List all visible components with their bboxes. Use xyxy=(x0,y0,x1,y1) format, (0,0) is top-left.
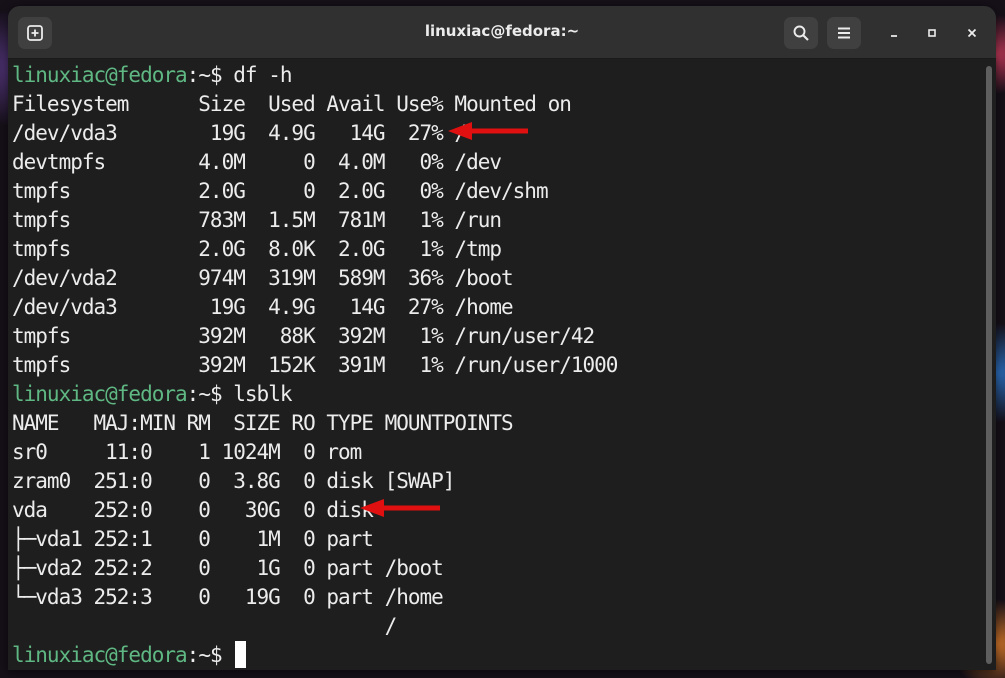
df-row: tmpfs 392M 88K 392M 1% /run/user/42 xyxy=(12,324,595,348)
prompt-separator: : xyxy=(186,643,200,667)
maximize-button[interactable] xyxy=(920,21,944,45)
df-row: /dev/vda3 19G 4.9G 14G 27% /home xyxy=(12,295,514,319)
prompt-separator: : xyxy=(186,63,200,87)
lsblk-header: NAME MAJ:MIN RM SIZE RO TYPE MOUNTPOINTS xyxy=(12,411,514,435)
menu-button[interactable] xyxy=(827,17,861,49)
arrow-left-icon xyxy=(448,122,528,140)
prompt-path: ~ xyxy=(198,63,211,87)
prompt-path: ~ xyxy=(198,382,211,406)
prompt-separator: : xyxy=(186,382,200,406)
close-icon xyxy=(967,28,977,38)
prompt-symbol: $ xyxy=(209,643,234,667)
prompt-user-host: linuxiac@fedora xyxy=(12,63,188,87)
search-button[interactable] xyxy=(784,17,818,49)
arrow-left-icon xyxy=(360,499,440,517)
prompt-line: linuxiac@fedora:~$ df -h xyxy=(12,61,980,90)
active-prompt-line[interactable]: linuxiac@fedora:~$ xyxy=(12,641,980,670)
minimize-button[interactable] xyxy=(882,21,906,45)
close-button[interactable] xyxy=(960,21,984,45)
df-row: tmpfs 2.0G 0 2.0G 0% /dev/shm xyxy=(12,179,549,203)
lsblk-row: zram0 251:0 0 3.8G 0 disk [SWAP] xyxy=(12,469,455,493)
prompt-line: linuxiac@fedora:~$ lsblk xyxy=(12,380,980,409)
prompt-user-host: linuxiac@fedora xyxy=(12,382,188,406)
df-row: /dev/vda2 974M 319M 589M 36% /boot xyxy=(12,266,514,290)
lsblk-row: vda 252:0 0 30G 0 disk xyxy=(12,498,374,522)
lsblk-row: / xyxy=(12,614,398,638)
prompt-user-host: linuxiac@fedora xyxy=(12,643,188,667)
maximize-icon xyxy=(928,29,936,37)
hamburger-menu-icon xyxy=(838,27,850,39)
df-row: tmpfs 2.0G 8.0K 2.0G 1% /tmp xyxy=(12,237,502,261)
lsblk-row: sr0 11:0 1 1024M 0 rom xyxy=(12,440,362,464)
df-row: devtmpfs 4.0M 0 4.0M 0% /dev xyxy=(12,150,502,174)
df-header: Filesystem Size Used Avail Use% Mounted … xyxy=(12,92,572,116)
prompt-symbol: $ xyxy=(209,63,234,87)
search-icon xyxy=(793,25,809,41)
lsblk-row: ├─vda1 252:1 0 1M 0 part xyxy=(12,527,374,551)
minimize-icon xyxy=(891,35,897,37)
terminal-output[interactable]: linuxiac@fedora:~$ df -h Filesystem Size… xyxy=(12,61,980,670)
df-row: tmpfs 392M 152K 391M 1% /run/user/1000 xyxy=(12,353,618,377)
scrollbar[interactable] xyxy=(986,66,992,664)
command-text: lsblk xyxy=(233,382,292,406)
terminal-window: linuxiac@fedora:~ linuxiac@fedora:~$ df … xyxy=(8,6,996,670)
lsblk-row: ├─vda2 252:2 0 1G 0 part /boot xyxy=(12,556,444,580)
prompt-symbol: $ xyxy=(209,382,234,406)
prompt-path: ~ xyxy=(198,643,211,667)
text-cursor xyxy=(235,641,247,668)
command-text: df -h xyxy=(233,63,292,87)
lsblk-row: └─vda3 252:3 0 19G 0 part /home xyxy=(12,585,444,609)
df-row: tmpfs 783M 1.5M 781M 1% /run xyxy=(12,208,502,232)
title-bar[interactable]: linuxiac@fedora:~ xyxy=(8,6,996,59)
